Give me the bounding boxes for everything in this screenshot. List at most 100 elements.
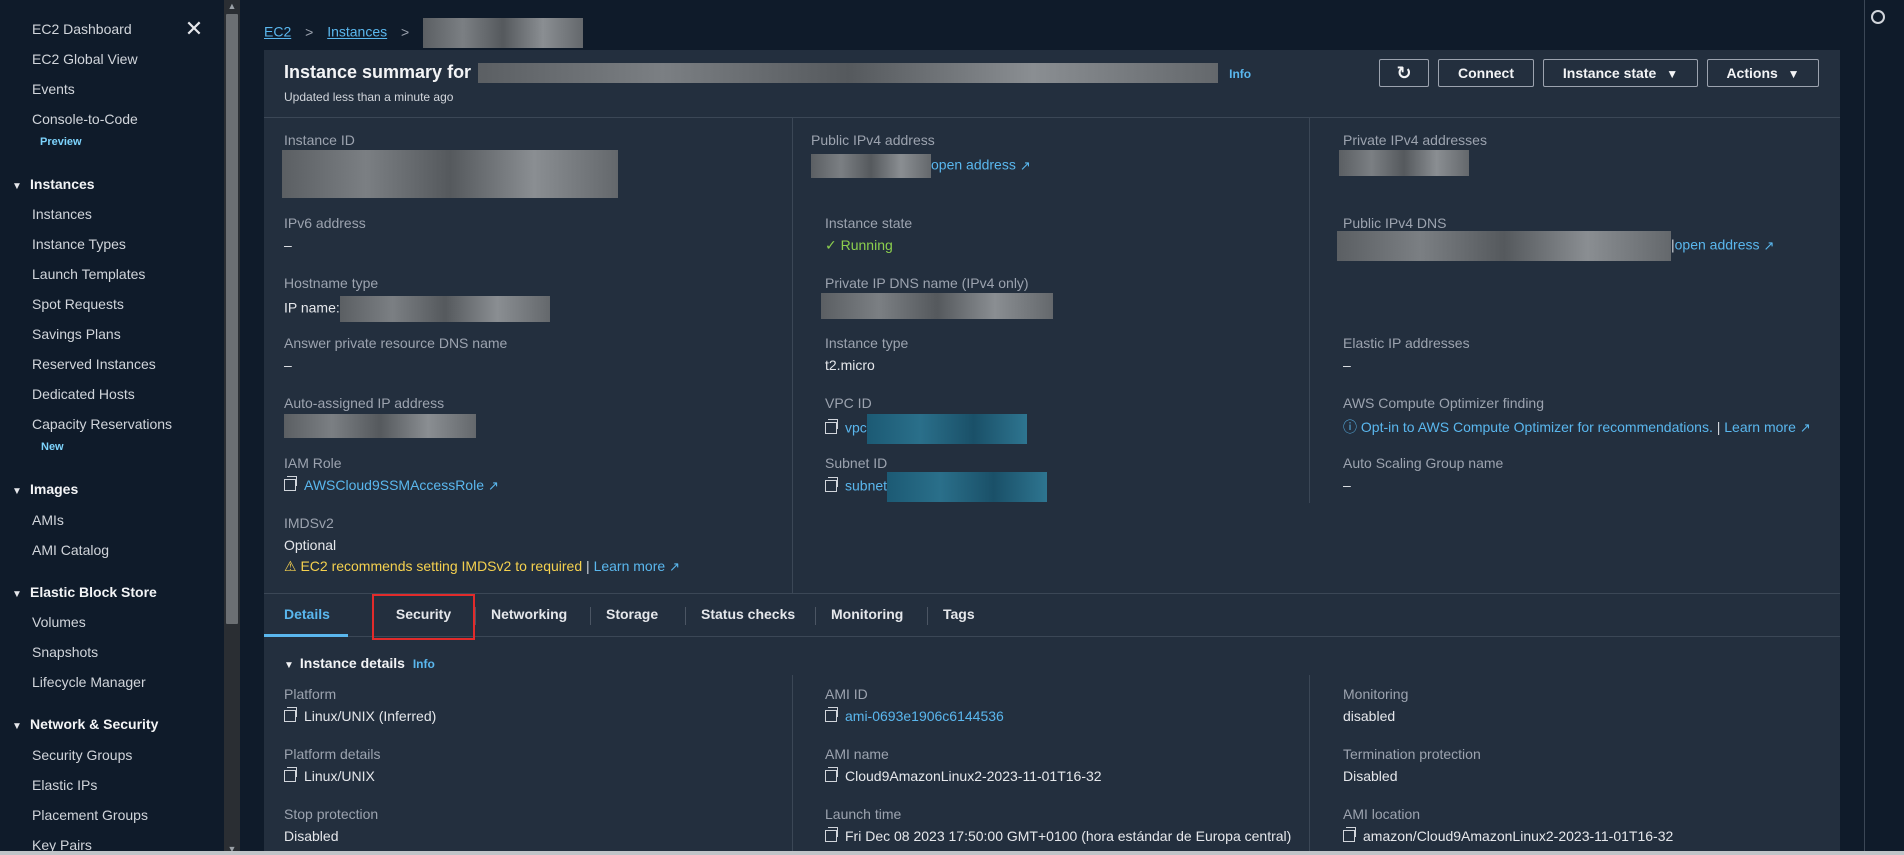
nav-console-to-code[interactable]: Console-to-Code: [32, 111, 138, 127]
info-link[interactable]: Info: [413, 657, 435, 671]
tab-security[interactable]: Security: [372, 606, 475, 622]
copy-icon[interactable]: [825, 767, 838, 782]
redacted-private-ipv4: [1339, 150, 1469, 176]
optimizer-label: AWS Compute Optimizer finding: [1343, 395, 1544, 411]
copy-icon[interactable]: [825, 707, 838, 722]
hostname-type-value: IP name:: [284, 296, 550, 322]
copy-icon[interactable]: [284, 476, 297, 491]
ami-location-value: amazon/Cloud9AmazonLinux2-2023-11-01T16-…: [1343, 827, 1673, 844]
ami-id-link[interactable]: ami-0693e1906c6144536: [825, 707, 1004, 724]
nav-snapshots[interactable]: Snapshots: [32, 644, 98, 660]
caret-down-icon: ▼: [1666, 67, 1679, 81]
asg-label: Auto Scaling Group name: [1343, 455, 1504, 471]
actions-button[interactable]: Actions ▼: [1707, 59, 1819, 87]
tab-status-checks[interactable]: Status checks: [701, 606, 795, 622]
tab-separator: [685, 607, 686, 625]
nav-launch-templates[interactable]: Launch Templates: [32, 266, 145, 282]
right-rail-divider: [1864, 0, 1865, 855]
active-tab-indicator: [264, 634, 348, 637]
instance-id-label: Instance ID: [284, 132, 355, 148]
redacted-instance-id: [478, 63, 1219, 84]
new-badge: New: [41, 441, 64, 453]
nav-dedicated-hosts[interactable]: Dedicated Hosts: [32, 386, 135, 402]
optimizer-opt-in-link[interactable]: Opt-in to AWS Compute Optimizer for reco…: [1361, 419, 1713, 435]
nav-spot-requests[interactable]: Spot Requests: [32, 296, 124, 312]
nav-placement-groups[interactable]: Placement Groups: [32, 807, 148, 823]
vpc-id-link[interactable]: vpc: [825, 414, 1027, 444]
nav-ec2-global-view[interactable]: EC2 Global View: [32, 51, 138, 67]
tab-monitoring[interactable]: Monitoring: [831, 606, 903, 622]
nav-elastic-ips[interactable]: Elastic IPs: [32, 777, 97, 793]
scroll-up-icon[interactable]: ▲: [227, 1, 237, 11]
optimizer-learn-more-link[interactable]: Learn more: [1724, 419, 1796, 435]
tab-storage[interactable]: Storage: [606, 606, 658, 622]
column-divider: [792, 675, 793, 855]
ipv6-value: –: [284, 237, 292, 253]
nav-capacity-reservations[interactable]: Capacity Reservations: [32, 416, 172, 432]
tab-networking[interactable]: Networking: [491, 606, 567, 622]
instance-state-value: ✓ Running: [825, 237, 893, 253]
redacted-public-dns: [1337, 231, 1671, 261]
scrollbar-thumb[interactable]: [226, 14, 238, 624]
learn-more-link[interactable]: Learn more: [594, 558, 666, 574]
tab-separator: [590, 607, 591, 625]
nav-amis[interactable]: AMIs: [32, 512, 64, 528]
refresh-button[interactable]: ↻: [1379, 59, 1429, 87]
tab-tags[interactable]: Tags: [943, 606, 975, 622]
nav-volumes[interactable]: Volumes: [32, 614, 86, 630]
nav-instance-types[interactable]: Instance Types: [32, 236, 126, 252]
nav-section-label: Images: [30, 481, 79, 497]
copy-icon[interactable]: [1343, 827, 1356, 842]
iam-role-label: IAM Role: [284, 455, 342, 471]
breadcrumb-instances[interactable]: Instances: [327, 24, 387, 40]
external-link-icon: ↗: [488, 478, 499, 493]
nav-security-groups[interactable]: Security Groups: [32, 747, 132, 763]
nav-ec2-dashboard[interactable]: EC2 Dashboard: [32, 21, 132, 37]
tab-details[interactable]: Details: [284, 606, 330, 622]
termination-protection-value: Disabled: [1343, 768, 1398, 784]
caret-down-icon: ▼: [1787, 67, 1800, 81]
iam-role-link[interactable]: AWSCloud9SSMAccessRole ↗: [284, 476, 499, 494]
nav-section-ebs[interactable]: ▼ Elastic Block Store: [12, 584, 157, 600]
tab-separator: [927, 607, 928, 625]
open-address-link-2[interactable]: open address: [1675, 237, 1760, 253]
nav-section-label: Elastic Block Store: [30, 584, 157, 600]
info-link[interactable]: Info: [1229, 67, 1251, 81]
caret-down-icon: ▼: [12, 181, 22, 192]
settings-icon[interactable]: [1871, 10, 1885, 24]
elastic-ip-value: –: [1343, 357, 1351, 373]
instance-details-header[interactable]: ▼ Instance details Info: [284, 655, 435, 671]
ipv6-label: IPv6 address: [284, 215, 366, 231]
nav-ami-catalog[interactable]: AMI Catalog: [32, 542, 109, 558]
nav-events[interactable]: Events: [32, 81, 75, 97]
nav-section-images[interactable]: ▼ Images: [12, 481, 78, 497]
nav-section-label: Network & Security: [30, 716, 159, 732]
breadcrumb: EC2 > Instances >: [264, 18, 584, 48]
nav-reserved-instances[interactable]: Reserved Instances: [32, 356, 156, 372]
subnet-id-link[interactable]: subnet: [825, 472, 1048, 502]
copy-icon[interactable]: [825, 476, 838, 492]
launch-time-label: Launch time: [825, 806, 902, 822]
caret-down-icon: ▼: [12, 589, 22, 600]
copy-icon[interactable]: [825, 827, 838, 842]
external-link-icon: ↗: [669, 559, 681, 574]
nav-section-instances[interactable]: ▼ Instances: [12, 176, 95, 192]
stop-protection-value: Disabled: [284, 828, 339, 844]
close-icon[interactable]: ✕: [184, 18, 204, 40]
nav-instances[interactable]: Instances: [32, 206, 92, 222]
connect-button[interactable]: Connect: [1438, 59, 1534, 87]
info-circle-icon: ⓘ: [1343, 419, 1357, 435]
copy-icon[interactable]: [284, 707, 297, 722]
instance-state-button[interactable]: Instance state ▼: [1543, 59, 1698, 87]
public-dns-value: |open address ↗: [1337, 231, 1774, 261]
copy-icon[interactable]: [825, 418, 838, 434]
nav-savings-plans[interactable]: Savings Plans: [32, 326, 121, 342]
bottom-scrollbar[interactable]: [0, 851, 1904, 855]
nav-section-network-security[interactable]: ▼ Network & Security: [12, 716, 158, 732]
sidebar-scrollbar[interactable]: ▲ ▼: [224, 0, 240, 855]
nav-lifecycle-manager[interactable]: Lifecycle Manager: [32, 674, 146, 690]
copy-icon[interactable]: [284, 767, 297, 782]
breadcrumb-ec2[interactable]: EC2: [264, 24, 291, 40]
redacted-private-dns: [821, 293, 1053, 319]
open-address-link[interactable]: open address: [931, 157, 1016, 173]
